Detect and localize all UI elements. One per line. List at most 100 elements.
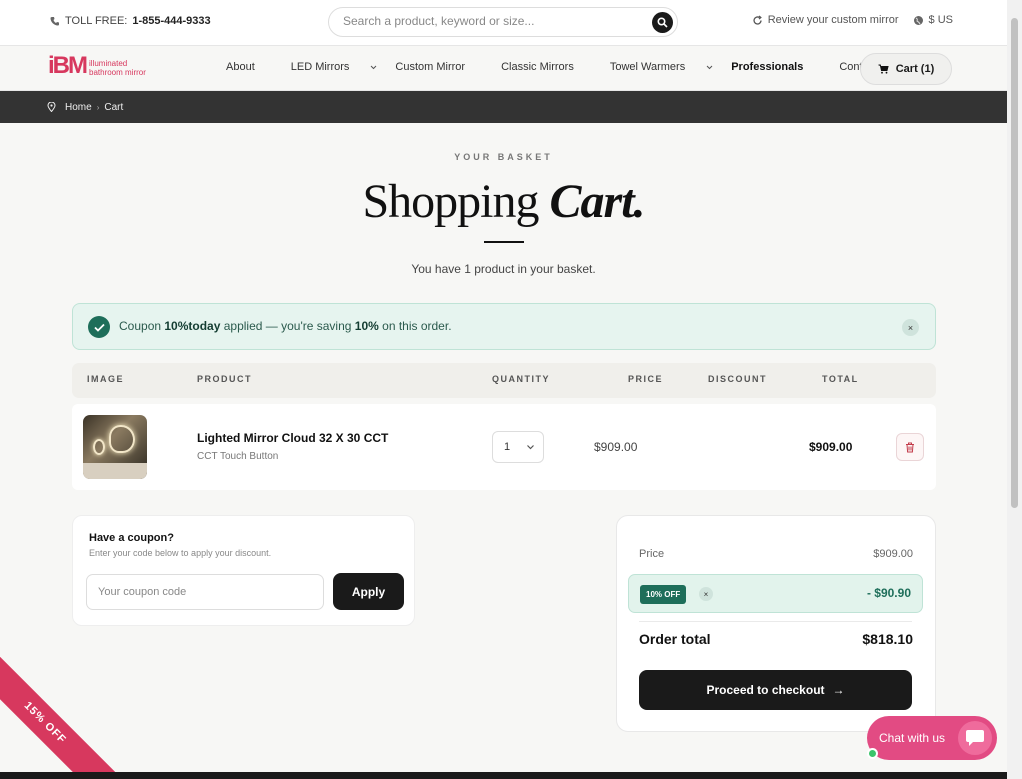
toll-free-number[interactable]: 1-855-444-9333 [132,15,210,27]
refresh-icon [753,15,762,25]
top-bar: TOLL FREE: 1-855-444-9333 Review your cu… [0,0,1007,46]
product-variant: CCT Touch Button [197,451,279,462]
alert-prefix: Coupon [119,319,165,333]
promo-ribbon-label: 15% OFF [21,699,69,747]
column-header-product: PRODUCT [197,374,252,384]
checkout-label: Proceed to checkout [706,683,825,697]
nav-item-led-mirrors[interactable]: LED Mirrors [291,61,378,73]
promo-ribbon[interactable]: 15% OFF [0,652,116,779]
chat-bubble-icon [958,721,992,755]
summary-price-label: Price [639,548,665,560]
quantity-select[interactable]: 1 [492,431,544,463]
eyebrow-label: YOUR BASKET [454,152,553,162]
page-scrollbar[interactable] [1007,0,1022,779]
order-total-value: $818.10 [862,631,913,647]
top-right-links: Review your custom mirror $ US [752,14,953,26]
row-total: $909.00 [809,440,853,454]
nav-item-custom-mirror[interactable]: Custom Mirror [395,61,483,73]
scrollbar-thumb[interactable] [1011,18,1018,508]
summary-divider [639,621,912,622]
currency-label: $ US [928,14,953,26]
chat-widget-button[interactable]: Chat with us [867,716,997,760]
coupon-input[interactable] [86,574,324,610]
logo-mark: iBM [48,52,88,79]
nav-item-professionals[interactable]: Professionals [731,61,821,73]
table-row: Lighted Mirror Cloud 32 X 30 CCT CCT Tou… [72,404,936,490]
logo-text-line2: bathroom mirror [89,68,146,77]
alert-percent: 10% [354,319,379,333]
search-box [328,7,678,37]
column-header-total: TOTAL [822,374,859,384]
nav-item-label: About [226,61,255,73]
chevron-down-icon [371,65,377,69]
location-pin-icon [47,102,56,112]
proceed-to-checkout-button[interactable]: Proceed to checkout → [639,670,912,710]
breadcrumb: Home › Cart [0,91,1007,123]
column-header-price: PRICE [628,374,664,384]
breadcrumb-home[interactable]: Home [65,102,92,113]
nav-item-label: LED Mirrors [290,61,350,73]
row-price: $909.00 [594,440,638,454]
cart-button[interactable]: Cart (1) [860,53,952,85]
check-icon [88,316,110,338]
product-thumbnail[interactable] [83,415,147,479]
chevron-down-icon [706,65,713,69]
nav-item-label: Custom Mirror [395,61,466,73]
cart-icon [878,64,889,74]
quantity-value: 1 [504,441,511,453]
order-summary: Price $909.00 10% OFF × - $90.90 Order t… [616,515,936,732]
discount-badge: 10% OFF [640,585,687,604]
search-icon [657,17,668,28]
cart-table-header: IMAGE PRODUCT QUANTITY PRICE DISCOUNT TO… [72,363,936,398]
main-nav-bar: iBM illuminated bathroom mirror About LE… [0,46,1007,91]
discount-value: - $90.90 [866,586,911,600]
arrow-right-icon: → [832,683,845,697]
coupon-applied-alert: Coupon 10%today applied — you're saving … [72,303,936,350]
nav-item-towel-warmers[interactable]: Towel Warmers [610,61,713,73]
page-title: Shopping Cart. [0,174,1007,229]
review-label: Review your custom mirror [767,14,899,26]
chat-label: Chat with us [879,731,946,745]
trash-icon [906,442,914,452]
column-header-image: IMAGE [87,374,125,384]
chevron-down-icon [527,445,534,450]
review-custom-mirror-link[interactable]: Review your custom mirror [752,14,899,26]
order-total-label: Order total [639,631,711,647]
search-button[interactable] [652,12,673,33]
coupon-heading: Have a coupon? [89,532,174,544]
nav-item-classic-mirrors[interactable]: Classic Mirrors [501,61,592,73]
toll-free-label: TOLL FREE: [65,15,128,27]
alert-close-button[interactable]: × [902,319,919,336]
column-header-discount: DISCOUNT [708,374,767,384]
page-title-plain: Shopping [362,175,550,228]
remove-item-button[interactable] [896,433,924,461]
title-divider [484,241,524,243]
nav-menu: About LED Mirrors Custom Mirror Classic … [226,61,913,73]
breadcrumb-separator: › [96,102,100,112]
phone-icon [50,17,59,26]
alert-middle: applied — you're saving [220,319,355,333]
page-title-emphasis: Cart. [549,175,646,228]
cart-label: Cart (1) [895,63,935,75]
logo-text-line1: illuminated [89,59,128,68]
nav-item-about[interactable]: About [226,61,273,73]
logo-text: illuminated bathroom mirror [89,59,146,78]
apply-coupon-button[interactable]: Apply [333,573,404,610]
logo[interactable]: iBM illuminated bathroom mirror [48,54,146,78]
nav-item-label: Classic Mirrors [501,61,574,73]
nav-item-label: Professionals [731,61,804,73]
coupon-box: Have a coupon? Enter your code below to … [72,515,415,626]
product-name[interactable]: Lighted Mirror Cloud 32 X 30 CCT [197,431,388,445]
coupon-help-text: Enter your code below to apply your disc… [89,548,272,558]
breadcrumb-current: Cart [104,101,124,113]
footer-strip [0,772,1007,779]
basket-summary-text: You have 1 product in your basket. [411,262,596,276]
alert-suffix: on this order. [378,319,452,333]
currency-selector[interactable]: $ US [913,14,953,26]
remove-discount-button[interactable]: × [699,587,713,601]
summary-price-value: $909.00 [873,548,913,560]
alert-coupon-code: 10%today [164,319,221,333]
online-status-dot [867,748,878,759]
toll-free: TOLL FREE: 1-855-444-9333 [50,15,211,27]
search-input[interactable] [343,14,633,28]
